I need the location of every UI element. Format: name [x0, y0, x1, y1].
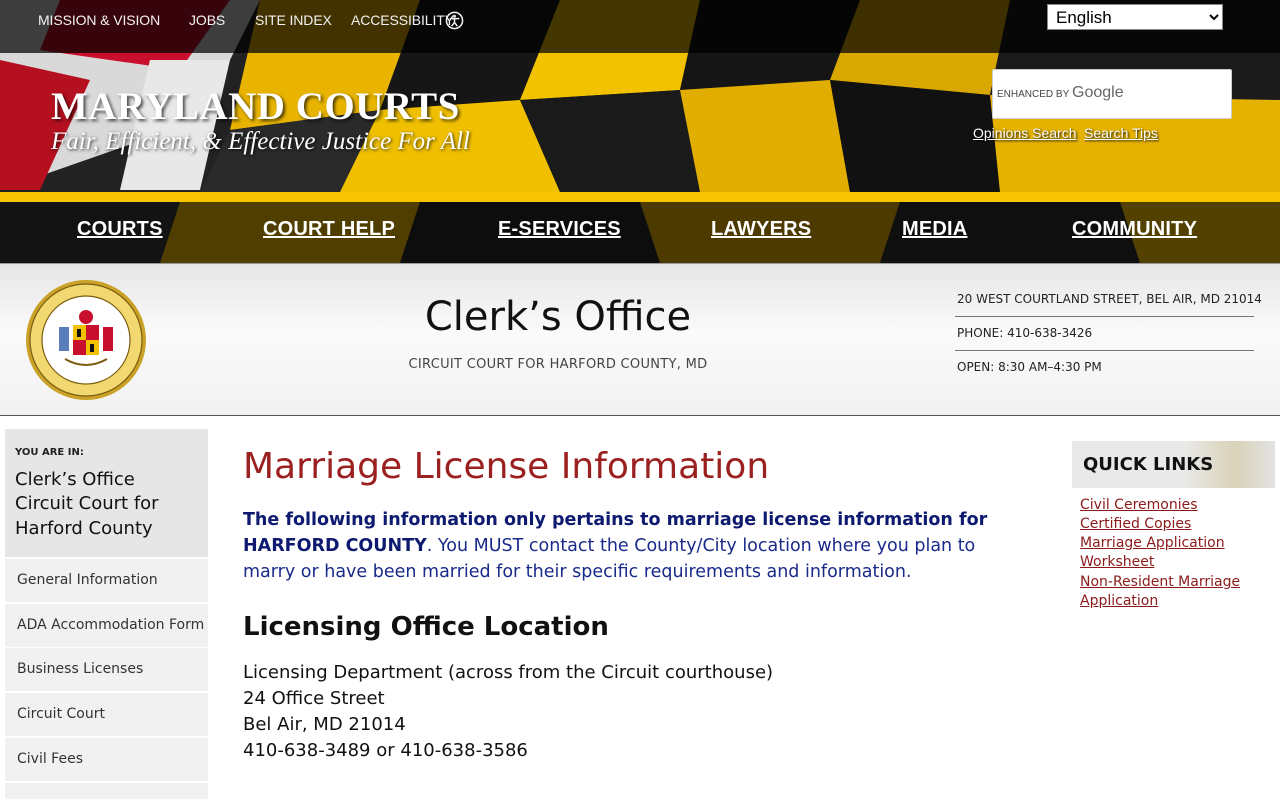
accessibility-icon[interactable] [445, 11, 464, 30]
sidebar-item-circuit-court[interactable]: Circuit Court [5, 693, 208, 737]
sidebar-item-label: ADA Accommodation Form [17, 617, 205, 633]
nav-lawyers[interactable]: LAWYERS [711, 218, 811, 241]
sidebar-item-ada-accommodation-form[interactable]: ADA Accommodation Form [5, 604, 208, 648]
site-tagline: Fair, Efficient, & Effective Justice For… [51, 128, 470, 155]
nav-court-help[interactable]: COURT HELP [263, 218, 395, 241]
section-heading: Licensing Office Location [243, 612, 609, 642]
address-line: 410-638-3489 or 410-638-3586 [243, 740, 528, 761]
opinions-search-link[interactable]: Opinions Search [973, 125, 1077, 141]
site-index-link[interactable]: SITE INDEX [255, 12, 332, 28]
address-line: Licensing Department (across from the Ci… [243, 662, 774, 683]
court-phone: PHONE: 410-638-3426 [957, 326, 1093, 340]
address-line: Bel Air, MD 21014 [243, 714, 406, 735]
court-subtitle: CIRCUIT COURT FOR HARFORD COUNTY, MD [408, 357, 708, 372]
breadcrumb-line: Circuit Court for [15, 493, 159, 514]
intro-paragraph: The following information only pertains … [243, 507, 1033, 585]
quick-links-title: QUICK LINKS [1083, 454, 1214, 475]
nav-courts[interactable]: COURTS [77, 218, 163, 241]
jobs-link[interactable]: JOBS [189, 12, 225, 28]
address-line: 24 Office Street [243, 688, 385, 709]
site-title[interactable]: MARYLAND COURTS [51, 84, 460, 129]
sidebar-item-label: General Information [17, 572, 158, 588]
sidebar-item-label: Civil Fees [17, 751, 83, 767]
page-title: Marriage License Information [243, 446, 770, 487]
google-logo: Google [1072, 84, 1124, 101]
certified-copies-link[interactable]: Certified Copies [1080, 516, 1191, 532]
search-tips-link[interactable]: Search Tips [1084, 125, 1158, 141]
mission-vision-link[interactable]: MISSION & VISION [38, 12, 160, 28]
civil-ceremonies-link[interactable]: Civil Ceremonies [1080, 497, 1198, 513]
sidebar-item-civil-fees[interactable]: Civil Fees [5, 738, 208, 782]
marriage-application-worksheet-link-line2[interactable]: Worksheet [1080, 554, 1154, 570]
divider [955, 350, 1254, 351]
sidebar-item-more[interactable] [5, 783, 208, 800]
court-hours: OPEN: 8:30 AM–4:30 PM [957, 360, 1102, 374]
breadcrumb-line: Harford County [15, 518, 153, 539]
enhanced-by-label: ENHANCED BY [997, 89, 1070, 100]
sidebar-item-business-licenses[interactable]: Business Licenses [5, 648, 208, 692]
search-input[interactable]: ENHANCED BY Google [992, 69, 1232, 119]
accessibility-link[interactable]: ACCESSIBILITY [351, 12, 454, 28]
nav-e-services[interactable]: E-SERVICES [498, 218, 621, 241]
nav-community[interactable]: COMMUNITY [1072, 218, 1197, 241]
sidebar-item-label: Business Licenses [17, 661, 144, 677]
breadcrumb-line: Clerk’s Office [15, 469, 135, 490]
you-are-in-label: YOU ARE IN: [15, 447, 84, 458]
non-resident-marriage-application-link-line2[interactable]: Application [1080, 593, 1158, 609]
marriage-application-worksheet-link[interactable]: Marriage Application [1080, 535, 1225, 551]
divider [955, 316, 1254, 317]
nav-media[interactable]: MEDIA [902, 218, 967, 241]
sidebar-item-label: Circuit Court [17, 706, 105, 722]
sidebar-item-general-information[interactable]: General Information [5, 559, 208, 603]
yellow-divider [0, 192, 1280, 202]
court-title: Clerk’s Office [424, 294, 692, 340]
non-resident-marriage-application-link[interactable]: Non-Resident Marriage [1080, 574, 1240, 590]
court-address: 20 WEST COURTLAND STREET, BEL AIR, MD 21… [957, 292, 1262, 306]
language-select[interactable]: English [1047, 4, 1223, 30]
